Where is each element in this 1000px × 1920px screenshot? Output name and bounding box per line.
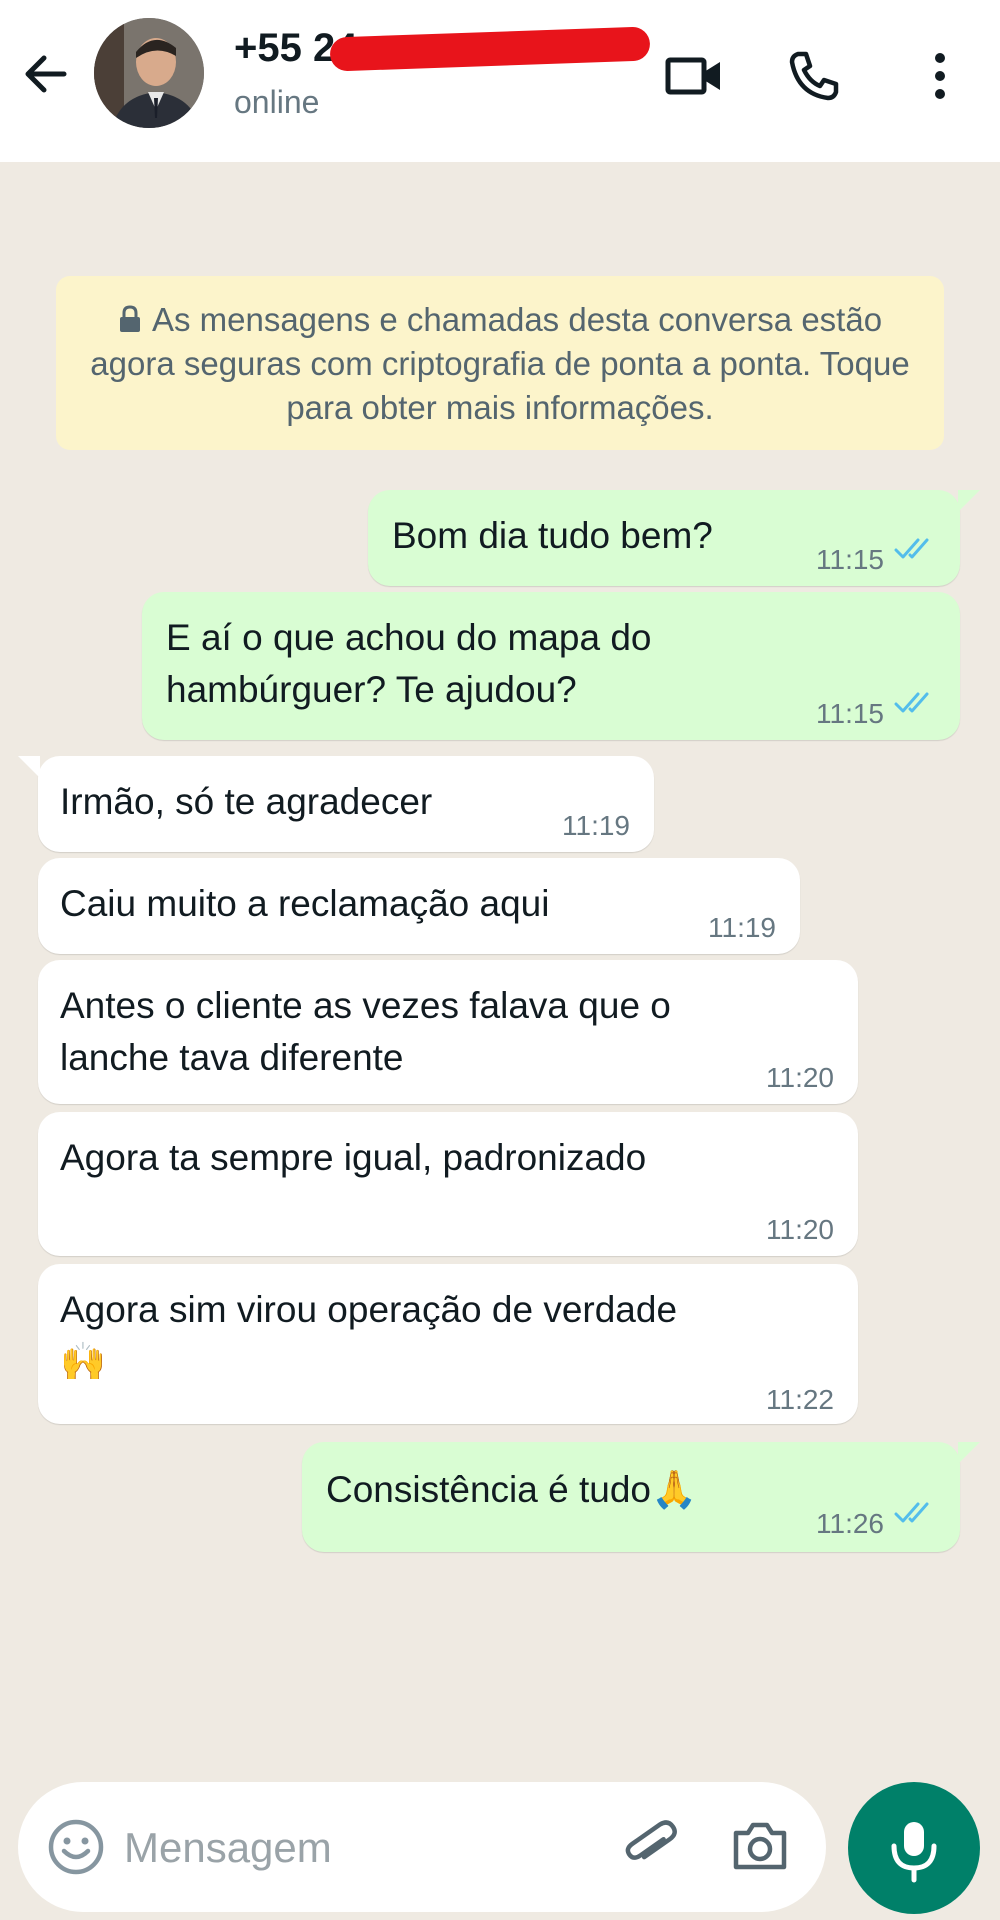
bubble-tail	[958, 1442, 980, 1464]
camera-button[interactable]	[728, 1815, 792, 1879]
message-text: Caiu muito a reclamação aqui	[60, 883, 550, 924]
encryption-notice-text: As mensagens e chamadas desta conversa e…	[90, 301, 910, 426]
camera-icon	[733, 1822, 787, 1870]
double-check-icon	[894, 692, 929, 713]
chat-header: +55 24 online	[0, 0, 1000, 162]
message-time: 11:19	[562, 810, 630, 841]
message-text: Agora ta sempre igual, padronizado	[60, 1137, 647, 1178]
voice-message-button[interactable]	[848, 1782, 980, 1914]
message-bubble-incoming[interactable]: Agora ta sempre igual, padronizado 11:20	[38, 1112, 858, 1256]
more-vertical-icon	[935, 53, 945, 99]
contact-status: online	[234, 84, 320, 120]
message-bubble-incoming[interactable]: Irmão, só te agradecer 11:19	[38, 756, 654, 852]
bubble-tail	[18, 756, 40, 778]
double-check-icon	[894, 1502, 929, 1523]
more-options-button[interactable]	[910, 46, 970, 106]
back-button[interactable]	[18, 46, 74, 102]
message-bubble-outgoing[interactable]: E aí o que achou do mapa do hambúrguer? …	[142, 592, 960, 740]
emoji-button[interactable]	[46, 1817, 106, 1877]
bubble-tail	[958, 490, 980, 512]
lock-icon	[119, 305, 140, 332]
message-bubble-outgoing[interactable]: Bom dia tudo bem? 11:15	[368, 490, 960, 586]
redaction-mark	[329, 26, 651, 72]
video-camera-icon	[665, 57, 720, 95]
avatar-photo	[94, 18, 204, 128]
voice-call-button[interactable]	[784, 46, 844, 106]
double-check-icon	[894, 538, 929, 559]
message-time: 11:19	[708, 912, 776, 943]
message-time: 11:26	[816, 1508, 884, 1539]
message-time: 11:15	[816, 698, 884, 729]
emoji-icon	[48, 1819, 104, 1875]
attach-button[interactable]	[618, 1815, 682, 1879]
message-bubble-incoming[interactable]: Caiu muito a reclamação aqui 11:19	[38, 858, 800, 954]
message-text: Antes o cliente as vezes falava que o la…	[60, 985, 671, 1078]
message-time: 11:15	[816, 544, 884, 575]
message-input[interactable]	[122, 1812, 506, 1884]
arrow-left-icon	[25, 55, 67, 93]
message-bubble-incoming[interactable]: Antes o cliente as vezes falava que o la…	[38, 960, 858, 1104]
video-call-button[interactable]	[664, 46, 724, 106]
message-bubble-incoming[interactable]: Agora sim virou operação de verdade 🙌 11…	[38, 1264, 858, 1424]
message-time: 11:20	[766, 1062, 834, 1093]
message-bubble-outgoing[interactable]: Consistência é tudo🙏 11:26	[302, 1442, 960, 1552]
message-composer	[18, 1782, 826, 1912]
contact-avatar[interactable]	[94, 18, 204, 128]
microphone-icon	[891, 1822, 937, 1883]
phone-icon	[789, 51, 839, 101]
encryption-notice[interactable]: As mensagens e chamadas desta conversa e…	[56, 276, 944, 450]
message-time: 11:22	[766, 1384, 834, 1415]
paperclip-icon	[625, 1820, 677, 1860]
message-time: 11:20	[766, 1214, 834, 1245]
message-text: Irmão, só te agradecer	[60, 781, 433, 822]
message-text: Agora sim virou operação de verdade 🙌	[60, 1289, 678, 1382]
